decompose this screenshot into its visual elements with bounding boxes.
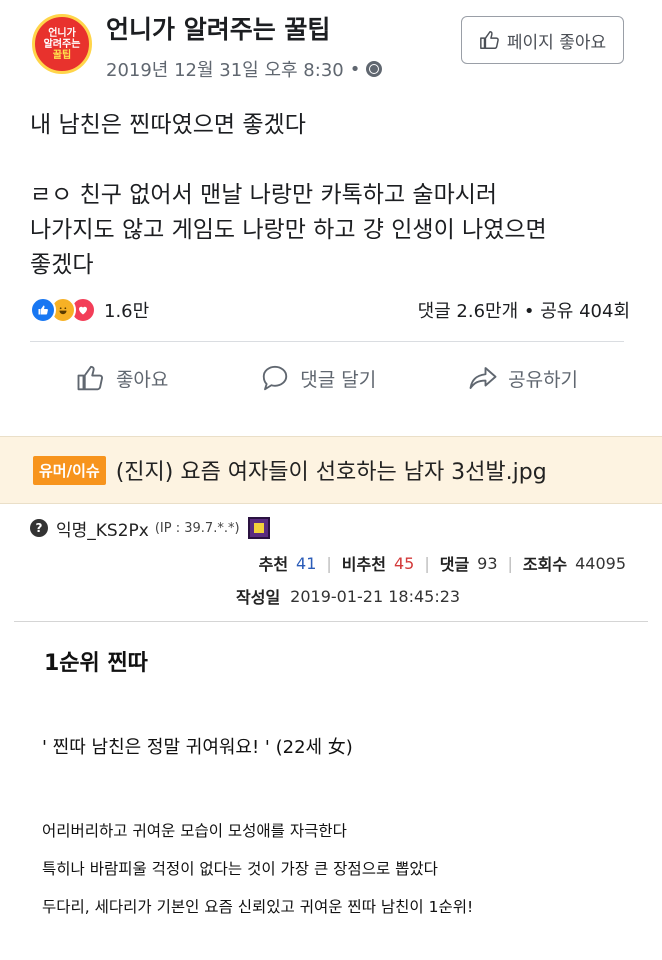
not-recommend-label: 비추천	[341, 555, 386, 574]
not-recommend-count: 45	[393, 553, 415, 573]
meta-separator: •	[349, 58, 361, 80]
comments-label: 댓글	[439, 555, 470, 574]
post-text-line: ㄹㅇ 친구 없어서 맨날 나랑만 카톡하고 술마시러	[30, 182, 498, 208]
comment-icon	[263, 365, 288, 391]
level-badge-icon	[247, 517, 270, 539]
community-title-bar: 유머/이슈 (진지) 요즘 여자들이 선호하는 남자 3선발.jpg	[0, 436, 662, 504]
author-ip: (IP : 39.7.*.*)	[154, 520, 240, 536]
comment-share-stats[interactable]: 댓글 2.6만개 • 공유 404회	[418, 297, 630, 323]
quote-text: ' 찐따 남친은 정말 귀여워요! ' (22세 女)	[42, 737, 353, 758]
article-line: 특히나 바람피울 걱정이 없다는 것이 가장 큰 장점으로 뽑았다	[42, 860, 438, 878]
category-badge[interactable]: 유머/이슈	[33, 455, 106, 485]
post-text-line: 내 남친은 찐따였으면 좋겠다	[30, 112, 306, 138]
post-header: 언니가 알려주는 꿀팁 언니가 알려주는 꿀팁 2019년 12월 31일 오후…	[0, 0, 662, 95]
author-name[interactable]: 익명_KS2Px	[56, 516, 149, 541]
reaction-count: 1.6만	[104, 301, 150, 322]
date-label: 작성일	[236, 588, 281, 607]
article-line: 두다리, 세다리가 기본인 요즘 신뢰있고 귀여운 찐따 남친이 1순위!	[42, 898, 474, 916]
post-text-line: 나가지도 않고 게임도 나랑만 하고 걍 인생이 나였으면	[30, 217, 547, 243]
like-page-label: 페이지 좋아요	[506, 32, 607, 53]
comment-label: 댓글 달기	[300, 368, 377, 391]
like-page-button[interactable]: 페이지 좋아요	[461, 16, 624, 64]
author-row: ? 익명_KS2Px (IP : 39.7.*.*)	[30, 515, 270, 541]
comment-button[interactable]: 댓글 달기	[260, 363, 376, 393]
question-icon: ?	[30, 519, 48, 537]
like-label: 좋아요	[115, 368, 169, 391]
post-body: 내 남친은 찐따였으면 좋겠다 ㄹㅇ 친구 없어서 맨날 나랑만 카톡하고 술마…	[30, 108, 630, 283]
page-avatar[interactable]: 언니가 알려주는 꿀팁	[32, 14, 92, 74]
separator: |	[424, 553, 430, 573]
views-label: 조회수	[522, 555, 568, 574]
reactions-summary[interactable]: 1.6만	[30, 297, 149, 323]
page-name[interactable]: 언니가 알려주는 꿀팁	[106, 10, 330, 46]
comments-count: 93	[477, 553, 498, 573]
rank-heading: 1순위 찐따	[44, 651, 148, 676]
post-timestamp[interactable]: 2019년 12월 31일 오후 8:30	[106, 56, 344, 82]
recommend-label: 추천	[258, 555, 289, 574]
date-value: 2019-01-21 18:45:23	[290, 586, 461, 606]
community-post-title: (진지) 요즘 여자들이 선호하는 남자 3선발.jpg	[115, 460, 547, 485]
like-button[interactable]: 좋아요	[76, 363, 168, 393]
like-reaction-icon	[30, 297, 56, 323]
post-date-row: 작성일 2019-01-21 18:45:23	[236, 583, 460, 609]
post-meta: 2019년 12월 31일 오후 8:30 •	[106, 56, 383, 82]
article-line: 어리버리하고 귀여운 모습이 모성애를 자극한다	[42, 822, 347, 840]
share-button[interactable]: 공유하기	[468, 363, 578, 393]
post-counts: 추천 41 | 비추천 45 | 댓글 93 | 조회수 44095	[259, 549, 626, 577]
post-stats: 1.6만 댓글 2.6만개 • 공유 404회	[30, 293, 630, 327]
post-text-line: 좋겠다	[30, 252, 94, 278]
divider	[30, 341, 624, 342]
separator: |	[326, 553, 332, 573]
share-icon	[469, 367, 497, 389]
globe-icon	[366, 61, 383, 77]
avatar-text-line2: 알려주는	[43, 38, 81, 50]
views-count: 44095	[575, 553, 626, 573]
separator: |	[507, 553, 513, 573]
post-actions: 좋아요 댓글 달기 공유하기	[30, 352, 624, 404]
share-label: 공유하기	[508, 368, 579, 391]
recommend-count: 41	[296, 553, 317, 573]
article-body: 어리버리하고 귀여운 모습이 모성애를 자극한다 특히나 바람피울 걱정이 없다…	[42, 812, 473, 926]
avatar-text-line1: 언니가	[48, 27, 76, 39]
divider	[14, 621, 648, 622]
thumbs-up-icon	[77, 365, 103, 391]
avatar-text-line3: 꿀팁	[52, 49, 72, 61]
thumbs-up-icon	[479, 31, 499, 49]
